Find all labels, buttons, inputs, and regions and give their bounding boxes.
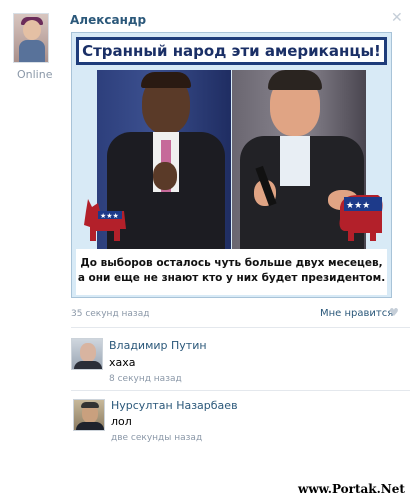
comment-avatar[interactable] bbox=[71, 338, 103, 370]
author-avatar[interactable] bbox=[13, 13, 49, 63]
post-author-name[interactable]: Александр bbox=[70, 13, 146, 27]
figure-hair bbox=[268, 70, 322, 90]
divider bbox=[71, 327, 410, 328]
avatar-shirt bbox=[19, 40, 45, 62]
close-icon[interactable]: ✕ bbox=[391, 10, 403, 26]
democrat-donkey-icon: ★★★ bbox=[78, 191, 130, 249]
post-time[interactable]: 35 секунд назад bbox=[71, 309, 149, 319]
avatar-head bbox=[23, 20, 41, 40]
divider bbox=[71, 390, 410, 391]
image-title: Странный народ эти американцы! bbox=[76, 37, 387, 65]
caption-line-1: До выборов осталось чуть больше двух мес… bbox=[80, 257, 383, 269]
comment-avatar[interactable] bbox=[73, 399, 105, 431]
comment-author-name[interactable]: Владимир Путин bbox=[109, 339, 207, 352]
comment-author-name[interactable]: Нурсултан Назарбаев bbox=[111, 399, 238, 412]
republican-elephant-icon: ★★★ bbox=[334, 189, 386, 251]
avatar-suit bbox=[76, 422, 104, 430]
figure-hand bbox=[153, 162, 177, 190]
watermark: www.Portak.Net bbox=[298, 482, 405, 496]
svg-text:★★★: ★★★ bbox=[346, 201, 370, 211]
image-caption: До выборов осталось чуть больше двух мес… bbox=[76, 249, 387, 295]
svg-text:★★★: ★★★ bbox=[100, 212, 119, 220]
post-image[interactable]: Странный народ эти американцы! ★★★ ★★★ Д bbox=[71, 32, 392, 298]
comment-time[interactable]: 8 секунд назад bbox=[109, 374, 182, 384]
avatar-suit bbox=[74, 361, 102, 369]
comment-time[interactable]: две секунды назад bbox=[111, 433, 202, 443]
heart-icon[interactable]: ♥ bbox=[389, 306, 399, 319]
figure-shirt bbox=[280, 136, 310, 186]
avatar-hair bbox=[81, 402, 99, 408]
online-status: Online bbox=[17, 68, 53, 81]
figure-hair bbox=[141, 72, 191, 88]
avatar-face bbox=[80, 343, 96, 362]
comment-text: лол bbox=[111, 415, 132, 428]
comment-text: хаха bbox=[109, 356, 136, 369]
caption-line-2: а они еще не знают кто у них будет прези… bbox=[77, 272, 386, 284]
like-button[interactable]: Мне нравится bbox=[320, 308, 393, 319]
